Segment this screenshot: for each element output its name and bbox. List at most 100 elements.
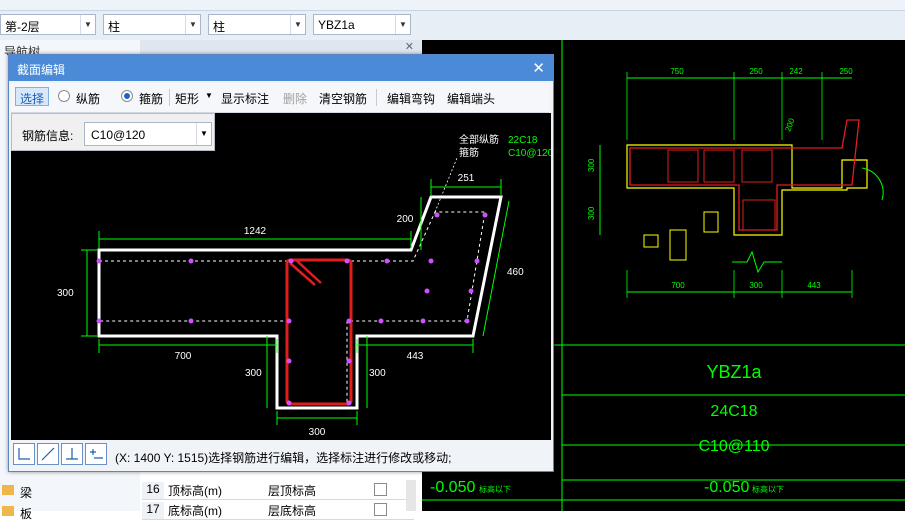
property-name: 顶标高(m) (168, 484, 222, 498)
property-checkbox[interactable] (374, 483, 387, 496)
dim-text: 300 (749, 281, 763, 290)
detail-box (669, 229, 687, 261)
table-row[interactable]: 17 底标高(m) 层底标高 (142, 500, 414, 520)
longitudinal-rebar-line (99, 211, 486, 404)
snap-orthogonal-glyph (18, 448, 30, 460)
nav-item-beam[interactable]: 梁 (2, 483, 132, 501)
stirrup-label[interactable]: 箍筋 (139, 90, 163, 107)
elevation-left-suffix: 标高以下 (479, 484, 511, 494)
snap-perpendicular-glyph (66, 448, 78, 460)
dim-text: 443 (807, 281, 821, 290)
rebar-point (346, 358, 352, 364)
legend-stirrup-value: C10@120 (508, 148, 551, 159)
toolbar-row: 第-2层 ▼ 柱 ▼ 柱 ▼ YBZ1a ▼ (0, 11, 905, 41)
rebar-point (96, 258, 102, 264)
rebar-point (286, 400, 292, 406)
rebar-point (464, 318, 470, 324)
property-checkbox[interactable] (374, 503, 387, 516)
component-select[interactable]: YBZ1a ▼ (313, 14, 411, 35)
elevation-right-suffix: 标高以下 (752, 484, 784, 494)
rebar-points (96, 212, 488, 406)
chevron-down-icon[interactable]: ▼ (205, 91, 213, 100)
show-dims-button[interactable]: 显示标注 (221, 90, 269, 107)
cad-stirrup (741, 149, 773, 183)
rebar-point (434, 212, 440, 218)
dim-text: 460 (507, 267, 524, 278)
select-tool-label: 选择 (20, 92, 45, 106)
category-select[interactable]: 柱 ▼ (103, 14, 201, 35)
dim-text: 700 (671, 281, 685, 290)
longitudinal-label[interactable]: 纵筋 (76, 90, 100, 107)
snap-line-glyph (41, 447, 55, 461)
section-canvas[interactable]: 1242 251 200 460 300 700 443 300 300 300… (11, 113, 554, 440)
dim-text: 300 (245, 368, 262, 379)
dim-text: 300 (587, 206, 596, 220)
component-name: YBZ1a (706, 362, 762, 382)
dim-text: 242 (789, 67, 803, 76)
dialog-title: 截面编辑 (17, 63, 66, 77)
floor-select[interactable]: 第-2层 ▼ (0, 14, 96, 35)
clear-rebar-button[interactable]: 清空钢筋 (319, 90, 367, 107)
cad-stirrup (667, 149, 699, 183)
close-icon[interactable]: ✕ (532, 59, 545, 77)
ribbon-group-labels (0, 0, 905, 11)
detail-box (703, 211, 719, 233)
rebar-point (482, 212, 488, 218)
column-outline (626, 144, 868, 236)
row-number: 16 (142, 482, 164, 499)
close-icon[interactable]: ✕ (405, 40, 414, 53)
snap-perpendicular-icon[interactable] (61, 443, 83, 465)
snap-line-icon[interactable] (37, 443, 59, 465)
type-select[interactable]: 柱 ▼ (208, 14, 306, 35)
stirrup-radio[interactable] (121, 90, 133, 102)
property-value[interactable]: 层顶标高 (268, 482, 316, 499)
elevation-right: -0.050 (704, 479, 749, 496)
dim-text: 300 (587, 158, 596, 172)
snap-add-icon[interactable] (85, 443, 107, 465)
cad-rebar-outline (629, 119, 860, 231)
long-bars: 24C18 (710, 403, 757, 420)
delete-button[interactable]: 删除 (283, 90, 307, 107)
dim-text: 700 (175, 351, 192, 362)
dialog-titlebar[interactable]: 截面编辑 ✕ (9, 55, 553, 81)
chevron-down-icon: ▼ (290, 15, 305, 34)
rebar-point (286, 358, 292, 364)
leader-line (434, 157, 458, 213)
edit-end-button[interactable]: 编辑端头 (447, 90, 495, 107)
rebar-point (346, 318, 352, 324)
rebar-info-panel: 钢筋信息: C10@120 ▼ (11, 113, 215, 151)
nav-item-slab[interactable]: 板 (2, 504, 132, 522)
dim-text: 300 (369, 368, 386, 379)
legend-long-label: 全部纵筋 (459, 133, 499, 146)
snap-add-glyph (90, 449, 103, 459)
rebar-point (474, 258, 480, 264)
chevron-down-icon: ▼ (196, 123, 211, 145)
nav-item-label: 板 (20, 507, 33, 521)
scrollbar[interactable] (406, 480, 416, 511)
chevron-down-icon: ▼ (395, 15, 410, 34)
rebar-point (420, 318, 426, 324)
select-tool-button[interactable]: 选择 (15, 87, 49, 106)
rebar-point (346, 400, 352, 406)
type-select-value: 柱 (213, 20, 226, 34)
cad-stirrup (703, 149, 735, 183)
shape-dropdown[interactable]: 矩形 (175, 90, 199, 107)
legend-stirrup-label: 箍筋 (459, 146, 479, 159)
concrete-outline (97, 195, 503, 410)
longitudinal-radio[interactable] (58, 90, 70, 102)
detail-box (643, 234, 659, 248)
edit-hook-button[interactable]: 编辑弯钩 (387, 90, 435, 107)
rebar-info-label: 钢筋信息: (22, 129, 74, 143)
dialog-toolbar: 选择 纵筋 箍筋 矩形 ▼ 显示标注 删除 清空钢筋 编辑弯钩 编辑端头 (11, 83, 549, 113)
status-message: (X: 1400 Y: 1515)选择钢筋进行编辑，选择标注进行修改或移动; (115, 451, 452, 465)
dim-text: 200 (783, 117, 796, 133)
dim-text: 251 (458, 173, 475, 184)
toolbar-separator (376, 89, 377, 106)
rebar-point (344, 258, 350, 264)
rebar-info-select[interactable]: C10@120 ▼ (84, 122, 212, 146)
table-row[interactable]: 16 顶标高(m) 层顶标高 (142, 480, 414, 500)
rebar-point (424, 288, 430, 294)
section-edit-dialog: 截面编辑 ✕ 选择 纵筋 箍筋 矩形 ▼ 显示标注 删除 清空钢筋 编辑弯钩 编… (8, 54, 554, 472)
snap-orthogonal-icon[interactable] (13, 443, 35, 465)
dim-text: 300 (57, 288, 74, 299)
